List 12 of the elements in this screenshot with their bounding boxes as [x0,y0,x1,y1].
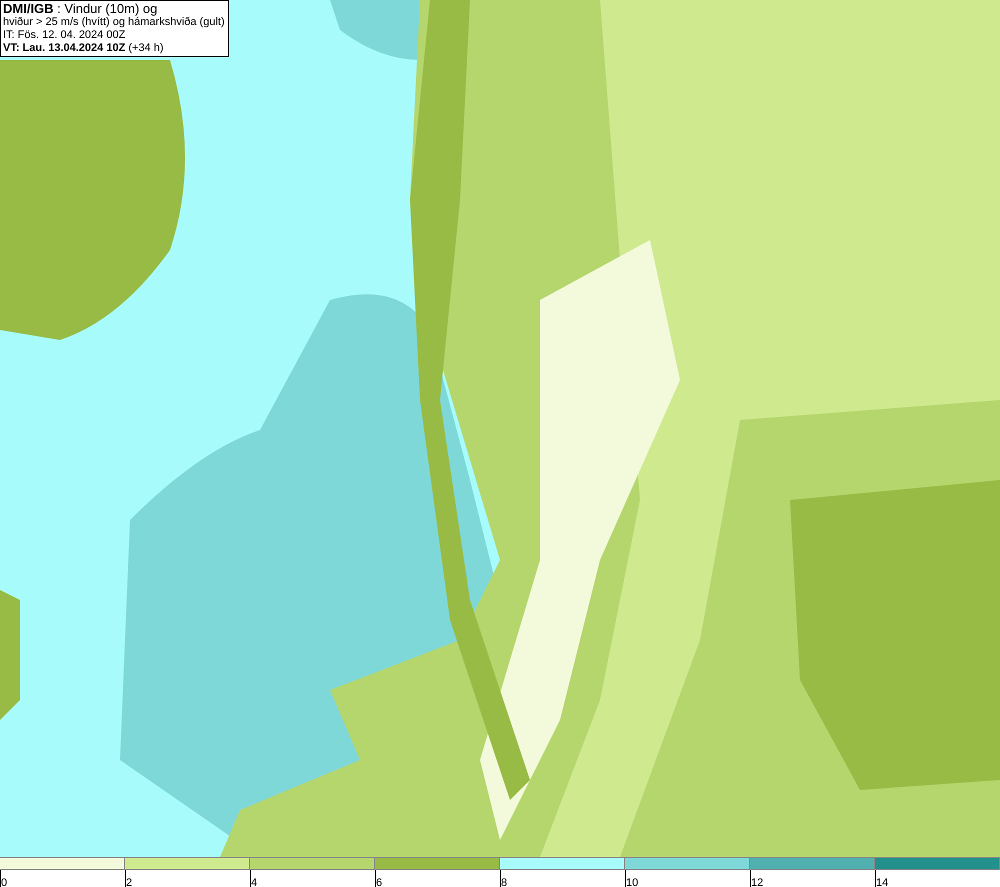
legend-label: 4 [251,877,258,887]
legend-label: 2 [126,877,132,887]
title-line: hviður > 25 m/s (hvítt) og hámarkshviða (gult) [3,16,226,29]
legend-label: 10 [626,877,638,887]
legend-label: 14 [876,877,888,887]
title-line: DMI/IGB : Vindur (10m) og [3,2,158,16]
title-line: VT: Lau. 13.04.2024 10Z (+34 h) [3,42,165,55]
legend-label: 6 [376,877,382,887]
legend-label: 12 [751,877,764,887]
legend-label: 8 [501,877,508,887]
legend-label: 0 [1,877,8,887]
title-line: IT: Fös. 12. 04. 2024 00Z [3,29,126,42]
